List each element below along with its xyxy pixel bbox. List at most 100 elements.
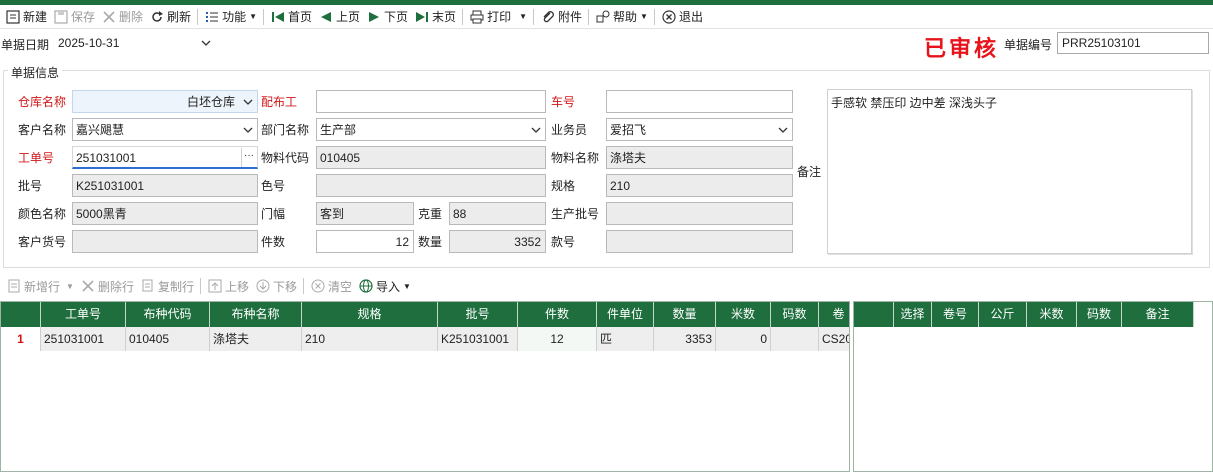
first-page-button[interactable]: 首页 — [267, 6, 315, 28]
remark-label: 备注 — [797, 165, 822, 179]
column-header[interactable]: 布种代码 — [126, 302, 210, 327]
doc-no-field[interactable]: PRR25103101 — [1057, 32, 1209, 54]
salesman-select[interactable]: 爱招飞 — [606, 118, 793, 141]
color-name-label: 颜色名称 — [18, 207, 67, 221]
clear-button[interactable]: 清空 — [307, 275, 355, 297]
chevron-down-icon[interactable] — [777, 124, 789, 139]
next-page-button[interactable]: 下页 — [363, 6, 411, 28]
customer-select[interactable]: 嘉兴飓慧 — [72, 118, 258, 141]
detail-grid: 工单号 布种代码 布种名称 规格 批号 件数 件单位 数量 米数 码数 卷 1 … — [0, 301, 850, 472]
column-header[interactable]: 码数 — [1077, 302, 1122, 327]
exit-button[interactable]: 退出 — [658, 6, 706, 28]
car-no-input[interactable] — [606, 90, 793, 113]
arrow-down-icon — [255, 278, 271, 294]
help-menu[interactable]: 帮助 ▼ — [592, 6, 651, 28]
column-header[interactable]: 件单位 — [597, 302, 654, 327]
functions-menu[interactable]: 功能 ▼ — [201, 6, 260, 28]
toolbar-divider — [199, 278, 201, 294]
new-button[interactable]: 新建 — [2, 6, 50, 28]
column-header[interactable]: 卷号 — [932, 302, 979, 327]
table-row[interactable]: 1 251031001 010405 涤塔夫 210 K251031001 12… — [1, 327, 849, 351]
new-document-icon — [5, 9, 21, 25]
column-header[interactable]: 批号 — [438, 302, 518, 327]
chevron-down-icon[interactable] — [242, 124, 254, 139]
column-header — [1, 302, 41, 327]
table-cell[interactable]: 12 — [518, 327, 597, 351]
import-menu[interactable]: 导入 ▼ — [355, 275, 414, 297]
detail-toolbar: 新增行 ▼ 删除行 复制行 上移 下移 清空 导入 ▼ — [0, 275, 1213, 297]
date-picker[interactable]: 2025-10-31 — [54, 32, 216, 54]
printer-icon — [469, 9, 485, 25]
pieces-input[interactable]: 12 — [316, 230, 414, 253]
column-header[interactable]: 米数 — [1027, 302, 1077, 327]
chevron-down-icon[interactable] — [242, 96, 254, 111]
move-down-button[interactable]: 下移 — [252, 275, 300, 297]
table-cell[interactable]: 251031001 — [41, 327, 126, 351]
print-button[interactable]: 打印 ▼ — [466, 6, 530, 28]
table-cell[interactable] — [771, 327, 819, 351]
column-header[interactable]: 备注 — [1122, 302, 1194, 327]
column-header[interactable]: 件数 — [518, 302, 597, 327]
table-cell[interactable]: 涤塔夫 — [210, 327, 302, 351]
exit-icon — [661, 9, 677, 25]
add-row-button[interactable]: 新增行 ▼ — [3, 275, 77, 297]
refresh-icon — [149, 9, 165, 25]
last-page-icon — [414, 9, 430, 25]
first-page-icon — [270, 9, 286, 25]
attachment-button[interactable]: 附件 — [537, 6, 585, 28]
column-header[interactable]: 码数 — [771, 302, 819, 327]
date-value: 2025-10-31 — [58, 36, 120, 50]
move-up-button[interactable]: 上移 — [204, 275, 252, 297]
prod-batch-label: 生产批号 — [551, 207, 600, 221]
remark-textarea[interactable]: 手感软 禁压印 边中差 深浅头子 — [827, 89, 1192, 254]
delete-button[interactable]: 删除 — [98, 6, 146, 28]
table-cell[interactable]: 010405 — [126, 327, 210, 351]
prev-page-icon — [318, 9, 334, 25]
column-header[interactable]: 工单号 — [41, 302, 126, 327]
batch-field: K251031001 — [72, 174, 258, 197]
date-label: 单据日期 — [1, 38, 50, 52]
chevron-down-icon: ▼ — [640, 12, 648, 21]
warehouse-select[interactable]: 白坯仓库 — [72, 90, 258, 113]
save-button[interactable]: 保存 — [50, 6, 98, 28]
cust-item-field — [72, 230, 258, 253]
dept-select[interactable]: 生产部 — [316, 118, 546, 141]
work-no-input[interactable]: 251031001 ··· — [72, 146, 258, 169]
row-number: 1 — [1, 327, 41, 351]
column-header[interactable]: 卷 — [819, 302, 849, 327]
table-cell[interactable]: 匹 — [597, 327, 654, 351]
chevron-down-icon[interactable] — [200, 37, 212, 52]
column-header[interactable]: 选择 — [894, 302, 932, 327]
qty-field: 3352 — [449, 230, 546, 253]
last-page-label: 末页 — [432, 10, 457, 24]
delete-row-button[interactable]: 删除行 — [77, 275, 137, 297]
prev-page-button[interactable]: 上页 — [315, 6, 363, 28]
dispatcher-input[interactable] — [316, 90, 546, 113]
roll-grid: 选择 卷号 公斤 米数 码数 备注 — [853, 301, 1213, 472]
chevron-down-icon[interactable] — [530, 124, 542, 139]
column-header[interactable]: 数量 — [654, 302, 716, 327]
delete-label: 删除 — [119, 10, 144, 24]
table-cell[interactable]: K251031001 — [438, 327, 518, 351]
column-header — [854, 302, 894, 327]
next-page-label: 下页 — [384, 10, 409, 24]
lookup-button[interactable]: ··· — [241, 148, 256, 167]
last-page-button[interactable]: 末页 — [411, 6, 459, 28]
status-stamp: 已审核 — [924, 36, 1000, 62]
column-header[interactable]: 布种名称 — [210, 302, 302, 327]
column-header[interactable]: 米数 — [716, 302, 771, 327]
gram-label: 克重 — [418, 207, 443, 221]
attachment-label: 附件 — [558, 10, 583, 24]
save-label: 保存 — [71, 10, 96, 24]
column-header[interactable]: 规格 — [302, 302, 438, 327]
copy-row-button[interactable]: 复制行 — [137, 275, 197, 297]
toolbar-divider — [653, 8, 655, 25]
customer-label: 客户名称 — [18, 123, 67, 137]
table-cell[interactable]: 210 — [302, 327, 438, 351]
spec-field: 210 — [606, 174, 793, 197]
table-cell[interactable]: CS20 — [819, 327, 849, 351]
refresh-button[interactable]: 刷新 — [146, 6, 194, 28]
table-cell[interactable]: 3353 — [654, 327, 716, 351]
column-header[interactable]: 公斤 — [979, 302, 1027, 327]
table-cell[interactable]: 0 — [716, 327, 771, 351]
